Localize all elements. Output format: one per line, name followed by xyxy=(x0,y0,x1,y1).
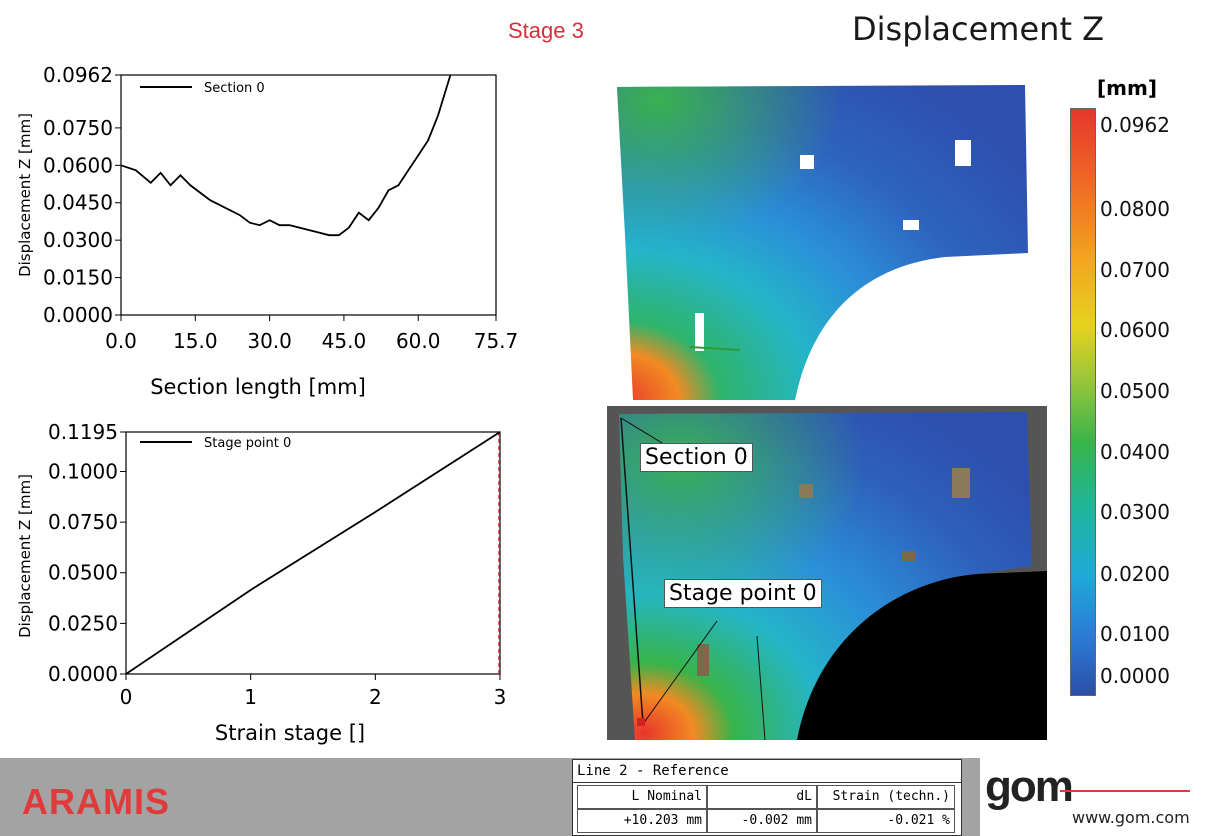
value-strain: -0.021 % xyxy=(817,809,955,833)
section-x-tick-label: 0.0 xyxy=(105,329,137,353)
reference-table-title: Line 2 - Reference xyxy=(573,760,961,783)
section-y-tick-label: 0.0300 xyxy=(43,228,113,252)
colorbar-label: 0.0000 xyxy=(1100,664,1170,688)
section-y-tick-label: 0.0450 xyxy=(43,191,113,215)
section-y-tick-label: 0.0150 xyxy=(43,266,113,290)
section-y-tick-label: 0.0600 xyxy=(43,153,113,177)
colorbar-label: 0.0300 xyxy=(1100,500,1170,524)
gom-logo-line xyxy=(1060,790,1190,792)
colorbar-label: 0.0500 xyxy=(1100,379,1170,403)
section-x-tick-label: 30.0 xyxy=(247,329,292,353)
colorbar-unit: [mm] xyxy=(1097,76,1157,100)
colorbar-label: 0.0400 xyxy=(1100,440,1170,464)
header-l-nominal: L Nominal xyxy=(577,785,707,809)
stage-y-label: Displacement Z [mm] xyxy=(16,474,34,638)
stage-label: Stage 3 xyxy=(508,18,584,43)
section-legend-label: Section 0 xyxy=(204,81,265,96)
stage-x-tick-label: 1 xyxy=(244,685,257,709)
stage-y-tick-label: 0.1195 xyxy=(48,420,118,444)
colorbar-label: 0.0962 xyxy=(1100,113,1170,137)
stage-y-tick-label: 0.0500 xyxy=(48,561,118,585)
stage-x-tick-label: 2 xyxy=(369,685,382,709)
colorbar-label: 0.0800 xyxy=(1100,197,1170,221)
stage-x-label: Strain stage [] xyxy=(215,721,365,745)
section-x-label: Section length [mm] xyxy=(150,375,366,399)
stage-y-tick-label: 0.0000 xyxy=(48,662,118,686)
brand-logo: ARAMIS xyxy=(22,781,170,822)
page-title: Displacement Z xyxy=(852,10,1105,48)
stage-y-tick-label: 0.0250 xyxy=(48,611,118,635)
stage-point-callout: Stage point 0 xyxy=(664,579,822,608)
header-strain: Strain (techn.) xyxy=(817,785,955,809)
colorbar-label: 0.0600 xyxy=(1100,318,1170,342)
colorbar-label: 0.0100 xyxy=(1100,622,1170,646)
contour-map-top[interactable] xyxy=(615,85,1030,400)
stage-legend-label: Stage point 0 xyxy=(204,436,291,451)
section-chart: 0.0962 0.0750 0.0600 0.0450 0.0300 0.0150 0.00… xyxy=(16,63,519,399)
value-l-nominal: +10.203 mm xyxy=(577,809,707,833)
section-x-tick-label: 60.0 xyxy=(396,329,441,353)
section-y-tick-label: 0.0962 xyxy=(43,63,113,87)
section-y-tick-label: 0.0750 xyxy=(43,116,113,140)
section-x-tick-label: 75.7 xyxy=(474,329,519,353)
stage-y-tick-label: 0.1000 xyxy=(48,459,118,483)
stage-y-tick-label: 0.0750 xyxy=(48,510,118,534)
section-callout: Section 0 xyxy=(640,443,753,472)
reference-table: Line 2 - Reference L Nominal dL Strain (… xyxy=(572,759,962,836)
stage-x-tick-label: 0 xyxy=(120,685,133,709)
section-x-tick-label: 15.0 xyxy=(173,329,218,353)
gom-logo: gom xyxy=(985,762,1074,811)
colorbar-label: 0.0200 xyxy=(1100,562,1170,586)
stage-x-tick-label: 3 xyxy=(494,685,507,709)
colorbar-label: 0.0700 xyxy=(1100,258,1170,282)
value-dl: -0.002 mm xyxy=(707,809,817,833)
header-dl: dL xyxy=(707,785,817,809)
gom-url-link[interactable]: www.gom.com xyxy=(1072,808,1190,827)
stage-chart: 0.1195 0.1000 0.0750 0.0500 0.0250 0.0000 0 1 2… xyxy=(16,420,507,745)
colorbar xyxy=(1070,108,1096,696)
section-y-label: Displacement Z [mm] xyxy=(16,113,34,277)
section-x-tick-label: 45.0 xyxy=(322,329,367,353)
section-y-tick-label: 0.0000 xyxy=(43,303,113,327)
